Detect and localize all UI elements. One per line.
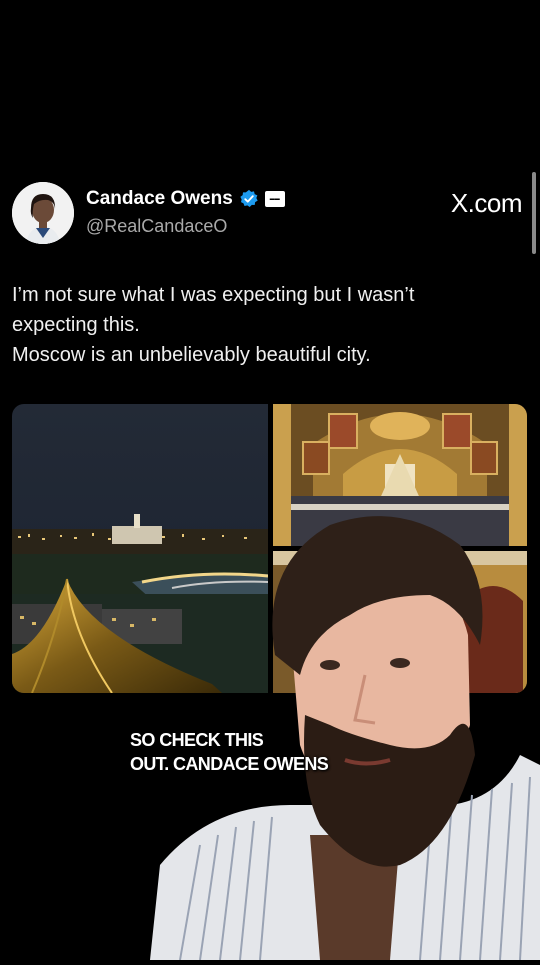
display-name[interactable]: Candace Owens [86,188,233,210]
tweet-text: I’m not sure what I was expecting but I … [12,280,522,370]
avatar[interactable] [12,182,74,244]
tweet-header: Candace Owens ▬▬ @RealCandaceO X.com [12,180,523,246]
tweet-text-line: expecting this. [12,314,140,336]
site-logo: X.com [450,188,523,218]
tweet-text-line: I’m not sure what I was expecting but I … [12,284,415,306]
tweet-text-line: Moscow is an unbelievably beautiful city… [12,344,371,366]
video-caption: SO CHECK THIS OUT. CANDACE OWENS [130,728,329,776]
scrollbar[interactable] [532,172,536,254]
caption-line: SO CHECK THIS [130,730,264,750]
caption-line: OUT. CANDACE OWENS [130,754,329,774]
verified-badge-icon [240,189,258,207]
affiliate-badge-icon: ▬▬ [264,191,285,207]
user-handle[interactable]: @RealCandaceO [86,216,227,237]
